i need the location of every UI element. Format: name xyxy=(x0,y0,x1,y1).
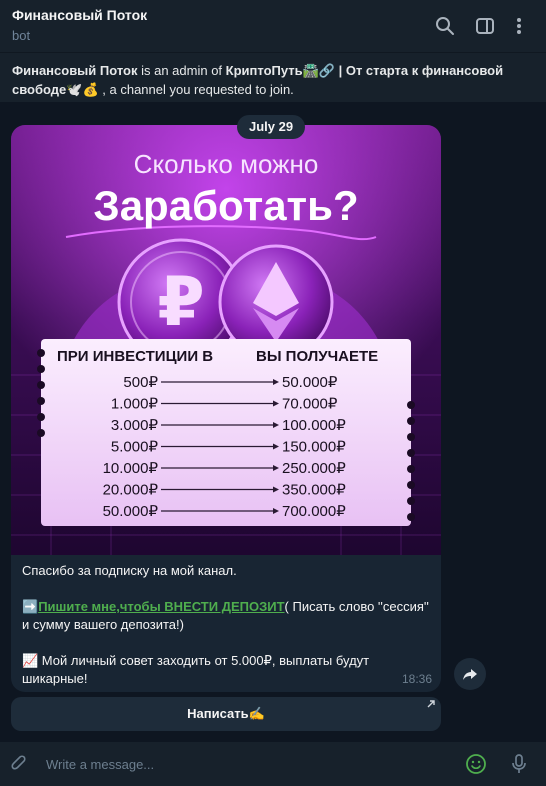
invest-amount: 5.000₽ xyxy=(111,439,159,456)
message-input[interactable] xyxy=(46,754,446,774)
col-return-header: ВЫ ПОЛУЧАЕТЕ xyxy=(256,348,378,365)
invest-amount: 500₽ xyxy=(123,374,158,391)
message-line-1: Спасибо за подписку на мой канал. xyxy=(22,563,237,578)
notice-text-2: , a channel you requested to join. xyxy=(98,82,294,97)
return-amount: 150.000₽ xyxy=(282,439,346,456)
message-text: Спасибо за подписку на мой канал. ➡️Пиши… xyxy=(22,562,432,688)
return-amount: 50.000₽ xyxy=(282,374,338,391)
return-amount: 70.000₽ xyxy=(282,396,338,413)
deposit-link[interactable]: Пишите мне,чтобы ВНЕСТИ ДЕПОЗИТ xyxy=(38,599,284,614)
invest-amount: 10.000₽ xyxy=(103,460,159,477)
sidebar-toggle-icon[interactable] xyxy=(473,14,497,38)
promo-poster: Сколько можно Заработать? ₽ ПРИ ИНВЕСТИЦ… xyxy=(11,125,441,555)
write-button-label: Написать✍️ xyxy=(187,706,265,721)
open-link-icon xyxy=(427,700,435,708)
invest-amount: 20.000₽ xyxy=(103,482,159,499)
svg-text:₽: ₽ xyxy=(157,264,204,340)
invest-amount: 3.000₽ xyxy=(111,417,159,434)
chat-title[interactable]: Финансовый Поток xyxy=(12,7,147,23)
invest-amount: 1.000₽ xyxy=(111,396,159,413)
date-chip: July 29 xyxy=(237,115,306,139)
rates-card xyxy=(41,339,411,526)
poster-title-line2: Заработать? xyxy=(93,182,358,229)
message-bubble[interactable]: Сколько можно Заработать? ₽ ПРИ ИНВЕСТИЦ… xyxy=(11,125,441,692)
promo-image[interactable]: Сколько можно Заработать? ₽ ПРИ ИНВЕСТИЦ… xyxy=(11,125,441,555)
invest-amount: 50.000₽ xyxy=(103,503,159,520)
poster-title-line1: Сколько можно xyxy=(134,149,319,179)
return-amount: 100.000₽ xyxy=(282,417,346,434)
chat-subtitle: bot xyxy=(12,28,31,43)
notice-text-1: is an admin of xyxy=(137,63,226,78)
chat-header: Финансовый Поток bot xyxy=(0,0,546,52)
arrow-emoji: ➡️ xyxy=(22,599,39,614)
return-amount: 250.000₽ xyxy=(282,460,346,477)
message-line-3: 📈 Мой личный совет заходить от 5.000₽, в… xyxy=(22,653,370,686)
notice-bot-name: Финансовый Поток xyxy=(12,63,138,78)
return-amount: 350.000₽ xyxy=(282,482,346,499)
attach-icon[interactable] xyxy=(8,752,32,776)
share-button[interactable] xyxy=(454,658,486,690)
return-amount: 700.000₽ xyxy=(282,503,346,520)
message-composer xyxy=(0,742,546,786)
message-time: 18:36 xyxy=(401,672,432,686)
mic-icon[interactable] xyxy=(507,752,531,776)
search-icon[interactable] xyxy=(433,14,457,38)
emoji-icon[interactable] xyxy=(464,752,488,776)
more-vert-icon[interactable] xyxy=(507,14,531,38)
admin-notice: Финансовый Поток is an admin of КриптоПу… xyxy=(0,52,546,102)
write-button[interactable]: Написать✍️ xyxy=(11,697,441,731)
col-invest-header: ПРИ ИНВЕСТИЦИИ В xyxy=(57,348,213,365)
share-icon xyxy=(463,669,477,680)
message-line-2: ➡️Пишите мне,чтобы ВНЕСТИ ДЕПОЗИТ( Писат… xyxy=(22,598,432,634)
